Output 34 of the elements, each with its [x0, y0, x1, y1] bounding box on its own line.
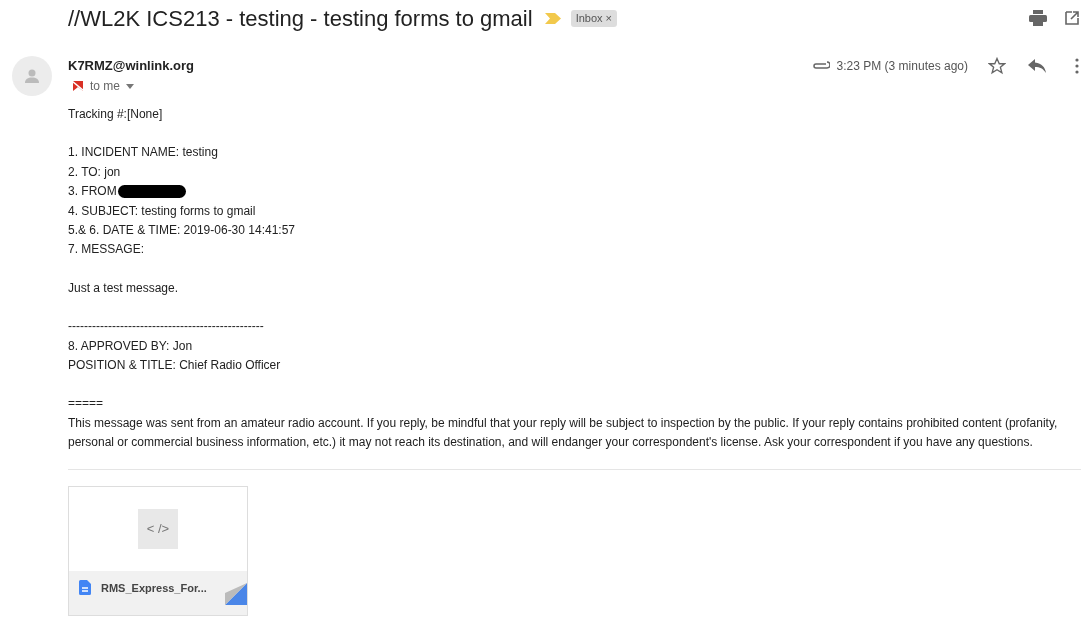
email-subject: //WL2K ICS213 - testing - testing forms to gmail — [68, 4, 533, 33]
code-file-preview: < /> — [138, 508, 178, 549]
folded-corner-icon — [225, 582, 247, 605]
paperclip-icon — [811, 61, 830, 71]
reply-icon[interactable] — [1028, 59, 1046, 73]
message-line: Tracking #:[None] — [68, 106, 164, 123]
sender-address[interactable]: K7RMZ@winlink.org — [68, 56, 195, 76]
message-line: 3. FROM — [68, 183, 117, 201]
avatar-icon — [12, 56, 52, 96]
message-line: This message was sent from an amateur radio account. If you reply, be mindful that your reply will be subject to inspection by the public. If your reply contains prohibited content (profanity, personal or commercial business information, etc.) it may not reach its destination, and will endanger your correspondent's license. Ask your correspondent if you have any questions. — [68, 414, 1059, 452]
recipient-label[interactable]: to me — [90, 77, 120, 95]
attachment-card[interactable]: < /> RMS_Express_For... — [68, 485, 248, 616]
more-options-icon[interactable] — [1075, 58, 1079, 74]
message-line: 7. MESSAGE: — [68, 241, 146, 259]
redaction-mark — [117, 185, 186, 199]
message-line: ===== — [68, 395, 105, 413]
message-line: 1. INCIDENT NAME: testing — [68, 144, 219, 162]
attachment-name: RMS_Express_For... — [101, 580, 207, 596]
dropdown-caret-icon[interactable] — [126, 83, 134, 89]
message-line: 4. SUBJECT: testing forms to gmail — [68, 202, 257, 220]
message-line: ------------------------------------------------- — [68, 318, 265, 336]
star-icon[interactable] — [988, 57, 1006, 75]
message-line: Just a test message. — [68, 279, 180, 297]
open-in-new-window-icon[interactable] — [1065, 11, 1079, 25]
message-line: 2. TO: jon — [68, 163, 122, 181]
message-time: 3:23 PM (3 minutes ago) — [836, 58, 968, 75]
important-marker-icon — [72, 80, 84, 92]
message-line: 5.& 6. DATE & TIME: 2019-06-30 14:41:57 — [68, 222, 296, 240]
print-icon[interactable] — [1029, 10, 1047, 26]
importance-marker-icon[interactable] — [544, 12, 561, 24]
message-line: 8. APPROVED BY: Jon — [68, 337, 194, 355]
document-icon — [79, 579, 91, 595]
inbox-label[interactable]: Inbox × — [570, 9, 618, 27]
message-line: POSITION & TITLE: Chief Radio Officer — [68, 357, 282, 375]
